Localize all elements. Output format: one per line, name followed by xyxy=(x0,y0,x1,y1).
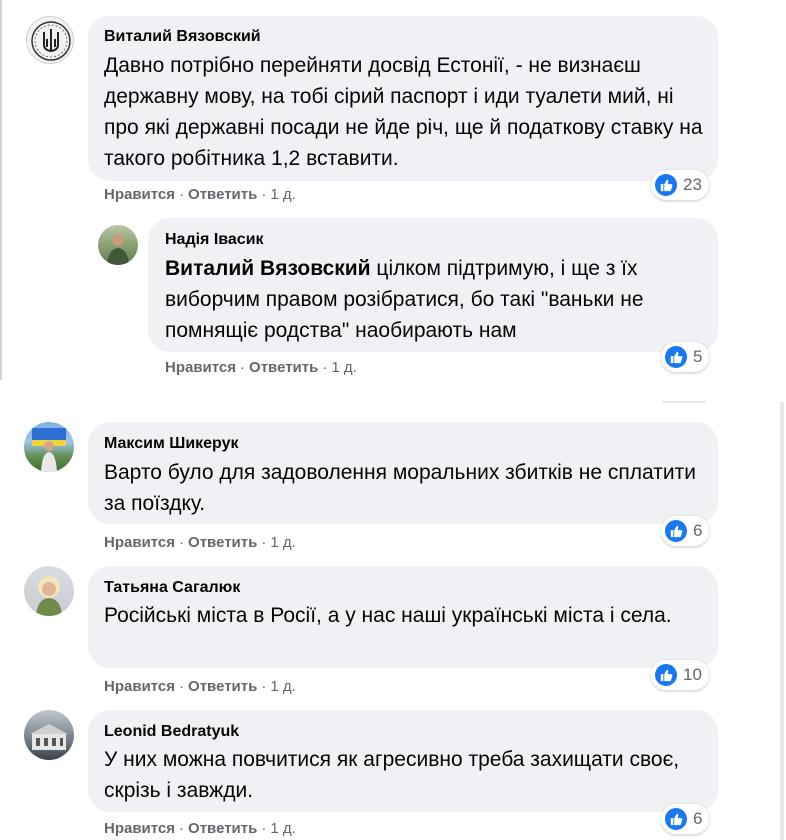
comment-actions: Нравится · Ответить · 1 д. xyxy=(104,186,296,203)
comment-timestamp[interactable]: 1 д. xyxy=(270,820,295,837)
comment-text: Варто було для задоволення моральних зби… xyxy=(104,461,696,515)
reaction-count[interactable]: 5 xyxy=(661,342,710,372)
trident-emblem-icon xyxy=(31,21,71,61)
like-button[interactable]: Нравится xyxy=(165,359,236,376)
like-thumb-icon xyxy=(665,346,687,368)
comment-author[interactable]: Надія Івасик xyxy=(165,231,264,249)
screenshot-seam xyxy=(0,380,786,402)
clipped-reaction-remnant xyxy=(662,401,706,403)
comment-timestamp[interactable]: 1 д. xyxy=(270,534,295,551)
reaction-number: 6 xyxy=(693,521,703,540)
person-photo-icon xyxy=(36,576,62,616)
avatar[interactable] xyxy=(98,225,138,265)
reaction-number: 6 xyxy=(693,809,703,828)
reaction-count[interactable]: 6 xyxy=(661,516,710,546)
reaction-number: 10 xyxy=(683,665,702,684)
avatar[interactable] xyxy=(24,566,74,616)
reply-button[interactable]: Ответить xyxy=(249,359,318,376)
comment-text: Російські міста в Росії, а у нас наші ук… xyxy=(104,604,672,627)
building-photo-icon xyxy=(30,724,68,750)
comment-author[interactable]: Максим Шикерук xyxy=(104,435,239,453)
comment-author[interactable]: Татьяна Сагалюк xyxy=(104,579,240,597)
reaction-number: 5 xyxy=(693,347,703,366)
like-thumb-icon xyxy=(665,808,687,830)
mention-link[interactable]: Виталий Вязовский xyxy=(165,257,371,280)
separator-dot: · xyxy=(240,359,246,376)
like-thumb-icon xyxy=(655,174,677,196)
person-photo-icon xyxy=(32,428,66,472)
like-button[interactable]: Нравится xyxy=(104,678,175,695)
like-button[interactable]: Нравится xyxy=(104,534,175,551)
separator-dot: · xyxy=(261,820,267,837)
like-button[interactable]: Нравится xyxy=(104,820,175,837)
comment-author[interactable]: Виталий Вязовский xyxy=(104,28,261,46)
avatar[interactable] xyxy=(24,710,74,760)
comment-author[interactable]: Leonid Bedratyuk xyxy=(104,723,239,741)
reply-button[interactable]: Ответить xyxy=(188,820,257,837)
comment-actions: Нравится · Ответить · 1 д. xyxy=(104,534,296,551)
reaction-count[interactable]: 6 xyxy=(661,804,710,834)
scrollbar-edge xyxy=(780,402,784,840)
comment-actions: Нравится · Ответить · 1 д. xyxy=(104,820,296,837)
reaction-count[interactable]: 10 xyxy=(651,660,709,690)
comment-timestamp[interactable]: 1 д. xyxy=(270,186,295,203)
separator-dot: · xyxy=(261,534,267,551)
like-thumb-icon xyxy=(665,520,687,542)
comment-timestamp[interactable]: 1 д. xyxy=(331,359,356,376)
separator-dot: · xyxy=(179,678,185,695)
comment-text: У них можна повчитися як агресивно треба… xyxy=(104,748,680,802)
reply-button[interactable]: Ответить xyxy=(188,678,257,695)
comment-actions: Нравится · Ответить · 1 д. xyxy=(165,359,357,376)
comment-actions: Нравится · Ответить · 1 д. xyxy=(104,678,296,695)
separator-dot: · xyxy=(261,678,267,695)
like-button[interactable]: Нравится xyxy=(104,186,175,203)
reaction-count[interactable]: 23 xyxy=(651,170,709,200)
comment-timestamp[interactable]: 1 д. xyxy=(270,678,295,695)
person-photo-icon xyxy=(107,234,129,265)
like-thumb-icon xyxy=(655,664,677,686)
reply-button[interactable]: Ответить xyxy=(188,534,257,551)
separator-dot: · xyxy=(179,186,185,203)
separator-dot: · xyxy=(322,359,328,376)
comment-text: Виталий Вязовский цілком підтримую, і ще… xyxy=(165,253,710,346)
thread-connector-line xyxy=(0,0,2,380)
separator-dot: · xyxy=(179,534,185,551)
avatar[interactable] xyxy=(24,422,74,472)
comment-text: Давно потрібно перейняти досвід Естонії,… xyxy=(104,54,703,170)
reaction-number: 23 xyxy=(683,175,702,194)
separator-dot: · xyxy=(261,186,267,203)
avatar[interactable] xyxy=(26,16,74,64)
separator-dot: · xyxy=(179,820,185,837)
reply-button[interactable]: Ответить xyxy=(188,186,257,203)
